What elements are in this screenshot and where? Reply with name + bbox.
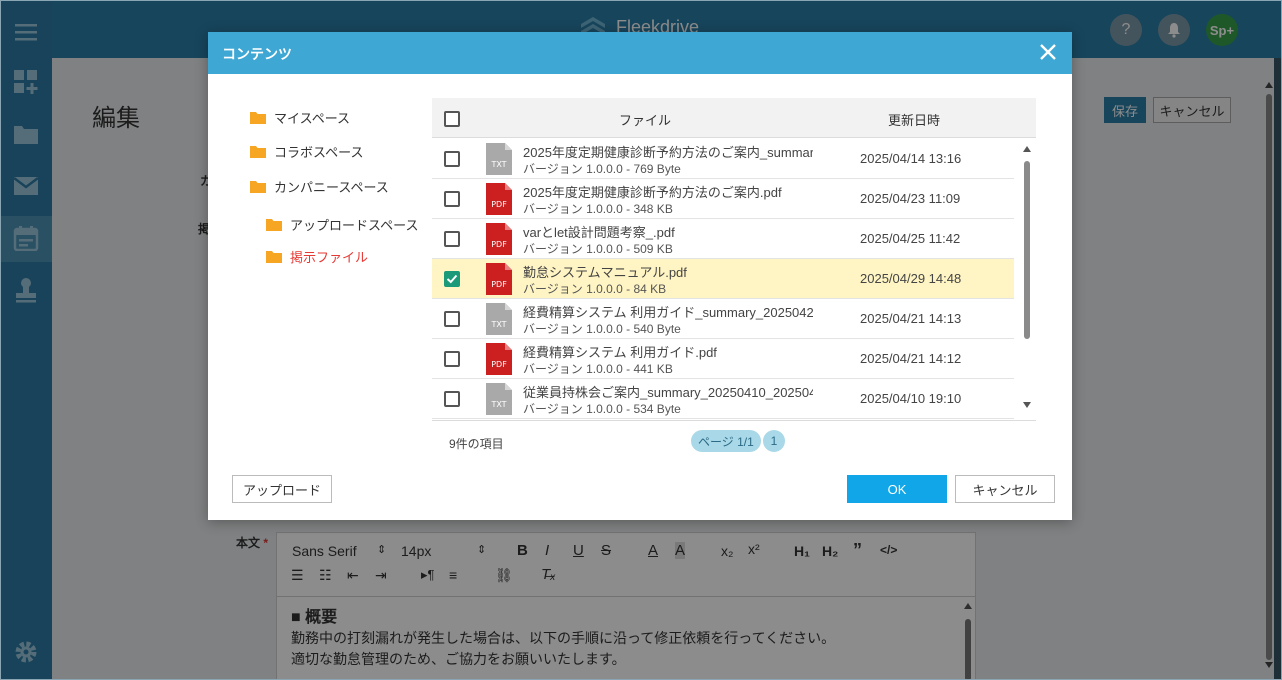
folder-icon xyxy=(266,251,282,263)
tree-item-label: マイスペース xyxy=(274,111,351,126)
close-icon[interactable] xyxy=(1038,42,1058,62)
upload-button[interactable]: アップロード xyxy=(232,475,332,503)
table-row[interactable]: TXT 2025年度定期健康診断予約方法のご案内_summary_ バージョン … xyxy=(432,139,1014,179)
column-header-file[interactable]: ファイル xyxy=(619,110,671,129)
column-header-updated[interactable]: 更新日時 xyxy=(888,110,940,129)
tree-item-label: コラボスペース xyxy=(274,145,364,160)
file-date: 2025/04/21 14:12 xyxy=(860,351,962,366)
tree-item-my-space[interactable]: マイスペース xyxy=(250,108,350,127)
file-name: 2025年度定期健康診断予約方法のご案内_summary_ xyxy=(523,145,813,160)
file-version: バージョン 1.0.0.0 - 509 KB xyxy=(523,242,673,256)
file-type-label: PDF xyxy=(491,200,507,209)
row-checkbox[interactable] xyxy=(444,231,460,247)
file-type-label: PDF xyxy=(491,360,507,369)
tree-item-label: 掲示ファイル xyxy=(290,250,369,265)
file-date: 2025/04/23 11:09 xyxy=(860,191,961,206)
file-table: ファイル 更新日時 TXT 2025年度定期健康診断予約方法のご案内_summa… xyxy=(432,98,1036,460)
file-version: バージョン 1.0.0.0 - 441 KB xyxy=(523,362,673,376)
folder-icon xyxy=(250,146,266,158)
txt-file-icon: TXT xyxy=(486,303,512,335)
file-rows: TXT 2025年度定期健康診断予約方法のご案内_summary_ バージョン … xyxy=(432,139,1014,419)
file-type-label: TXT xyxy=(490,400,506,409)
folder-icon xyxy=(250,181,266,193)
tree-item-collab-space[interactable]: コラボスペース xyxy=(250,142,363,161)
table-row[interactable]: PDF 2025年度定期健康診断予約方法のご案内.pdf バージョン 1.0.0… xyxy=(432,179,1014,219)
file-date: 2025/04/10 19:10 xyxy=(860,391,962,406)
table-footer: 9件の項目 ページ 1/1 1 xyxy=(432,420,1036,460)
txt-file-icon: TXT xyxy=(486,383,512,415)
file-name: 2025年度定期健康診断予約方法のご案内.pdf xyxy=(523,185,782,200)
table-row[interactable]: PDF varとlet設計問題考察_.pdf バージョン 1.0.0.0 - 5… xyxy=(432,219,1014,259)
tree-item-label: アップロードスペース xyxy=(290,218,419,233)
file-name: 勤怠システムマニュアル.pdf xyxy=(523,265,687,280)
pdf-file-icon: PDF xyxy=(486,343,512,375)
file-type-label: TXT xyxy=(490,160,506,169)
cancel-button[interactable]: キャンセル xyxy=(955,475,1055,503)
file-type-label: TXT xyxy=(490,320,506,329)
pdf-file-icon: PDF xyxy=(486,183,512,215)
modal-title: コンテンツ xyxy=(222,46,292,62)
file-date: 2025/04/29 14:48 xyxy=(860,271,962,286)
pdf-file-icon: PDF xyxy=(486,263,512,295)
tree-item-bulletin-files[interactable]: 掲示ファイル xyxy=(266,247,368,266)
file-date: 2025/04/14 13:16 xyxy=(860,151,962,166)
row-checkbox[interactable] xyxy=(444,191,460,207)
file-name: 従業員持株会ご案内_summary_20250410_202504 xyxy=(523,385,813,400)
row-checkbox[interactable] xyxy=(444,151,460,167)
table-row[interactable]: PDF 経費精算システム 利用ガイド.pdf バージョン 1.0.0.0 - 4… xyxy=(432,339,1014,379)
file-type-label: PDF xyxy=(491,280,507,289)
file-type-label: PDF xyxy=(491,240,507,249)
row-checkbox[interactable] xyxy=(444,311,460,327)
pager-label: ページ 1/1 xyxy=(691,430,761,452)
txt-file-icon: TXT xyxy=(486,143,512,175)
page-number-button[interactable]: 1 xyxy=(763,430,785,452)
item-count: 9件の項目 xyxy=(449,437,504,451)
modal-header: コンテンツ xyxy=(208,32,1072,74)
tree-item-label: カンパニースペース xyxy=(274,180,389,195)
tree-item-company-space[interactable]: カンパニースペース xyxy=(250,177,389,196)
contents-modal: コンテンツ マイスペース コラボスペース カンパニースペース アップロードスペー… xyxy=(208,32,1072,520)
tree-item-upload-space[interactable]: アップロードスペース xyxy=(266,215,418,234)
row-checkbox[interactable] xyxy=(444,351,460,367)
table-row[interactable]: TXT 経費精算システム 利用ガイド_summary_20250421 バージョ… xyxy=(432,299,1014,339)
file-version: バージョン 1.0.0.0 - 769 Byte xyxy=(523,162,681,176)
row-checkbox[interactable] xyxy=(444,391,460,407)
checkmark-icon xyxy=(446,274,458,284)
folder-icon xyxy=(250,112,266,124)
file-version: バージョン 1.0.0.0 - 348 KB xyxy=(523,202,673,216)
file-date: 2025/04/25 11:42 xyxy=(860,231,961,246)
select-all-checkbox[interactable] xyxy=(444,111,460,127)
table-row-selected[interactable]: PDF 勤怠システムマニュアル.pdf バージョン 1.0.0.0 - 84 K… xyxy=(432,259,1014,299)
table-row[interactable]: TXT 従業員持株会ご案内_summary_20250410_202504 バー… xyxy=(432,379,1014,419)
file-date: 2025/04/21 14:13 xyxy=(860,311,962,326)
file-name: varとlet設計問題考察_.pdf xyxy=(523,225,675,240)
file-version: バージョン 1.0.0.0 - 84 KB xyxy=(523,282,667,296)
pdf-file-icon: PDF xyxy=(486,223,512,255)
table-header: ファイル 更新日時 xyxy=(432,98,1036,138)
file-version: バージョン 1.0.0.0 - 540 Byte xyxy=(523,322,681,336)
row-checkbox-checked[interactable] xyxy=(444,271,460,287)
ok-button[interactable]: OK xyxy=(847,475,947,503)
file-list-scrollbar[interactable] xyxy=(1020,139,1034,419)
file-version: バージョン 1.0.0.0 - 534 Byte xyxy=(523,402,681,416)
file-name: 経費精算システム 利用ガイド.pdf xyxy=(523,345,717,360)
folder-icon xyxy=(266,219,282,231)
file-name: 経費精算システム 利用ガイド_summary_20250421 xyxy=(523,305,813,320)
